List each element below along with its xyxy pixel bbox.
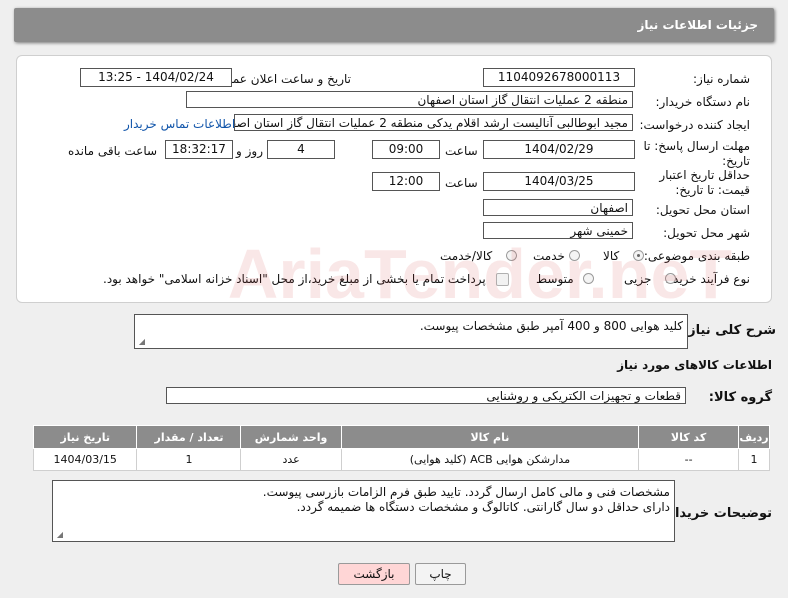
requester-field: مجید ابوطالبی آنالیست ارشد اقلام یدکی من…	[234, 114, 633, 131]
buyer-notes-label: توضیحات خریدار:	[662, 506, 772, 521]
province-label: استان محل تحویل:	[655, 203, 750, 217]
back-button[interactable]: بازگشت	[338, 563, 410, 585]
summary-text: کلید هوایی 800 و 400 آمپر طبق مشخصات پیو…	[419, 319, 683, 333]
treasury-payment-checkbox[interactable]	[496, 273, 509, 286]
category-radio-service[interactable]	[569, 250, 580, 261]
items-table: ردیف کد کالا نام کالا واحد شمارش تعداد /…	[32, 425, 770, 471]
col-need-date: تاریخ نیاز	[32, 425, 138, 449]
category-label: طبقه بندی موضوعی:	[643, 249, 750, 263]
remaining-time-field: 18:32:17	[165, 140, 233, 159]
process-type-label: نوع فرآیند خرید :	[665, 272, 750, 286]
process-radio-minor[interactable]	[665, 273, 676, 284]
col-unit: واحد شمارش	[240, 425, 342, 449]
category-option-service: خدمت	[533, 249, 565, 263]
buyer-notes-line-1: مشخصات فنی و مالی کامل ارسال گردد. تایید…	[262, 485, 670, 499]
col-item-code: کد کالا	[638, 425, 740, 449]
days-remaining-field: 4	[267, 140, 335, 159]
province-field: اصفهان	[483, 199, 633, 216]
goods-section-title: اطلاعات کالاهای مورد نیاز	[617, 358, 772, 372]
treasury-payment-note: پرداخت تمام یا بخشی از مبلغ خرید،از محل …	[103, 272, 486, 286]
cell-item-name: مدارشکن هوایی ACB (کلید هوایی)	[340, 448, 640, 471]
goods-group-field: قطعات و تجهیزات الکتریکی و روشنایی	[166, 387, 686, 404]
requester-label: ایجاد کننده درخواست:	[639, 118, 750, 132]
cell-unit: عدد	[240, 448, 342, 471]
col-quantity: تعداد / مقدار	[136, 425, 242, 449]
buyer-notes-field: مشخصات فنی و مالی کامل ارسال گردد. تایید…	[52, 480, 675, 542]
category-option-goods-service: کالا/خدمت	[440, 249, 493, 263]
deadline-label: مهلت ارسال پاسخ: تا تاریخ:	[643, 139, 750, 168]
deadline-time-field: 09:00	[372, 140, 440, 159]
col-item-name: نام کالا	[340, 425, 640, 449]
remaining-time-label: ساعت باقی مانده	[68, 144, 158, 158]
page-title: جزئیات اطلاعات نیاز	[637, 18, 758, 32]
summary-field: کلید هوایی 800 و 400 آمپر طبق مشخصات پیو…	[134, 314, 688, 349]
city-field: خمینی شهر	[483, 222, 633, 239]
goods-group-label: گروه کالا:	[708, 390, 772, 405]
category-radio-goods-service[interactable]	[506, 250, 517, 261]
table-row: 1 -- مدارشکن هوایی ACB (کلید هوایی) عدد …	[32, 448, 770, 471]
buyer-contact-link[interactable]: اطلاعات تماس خریدار	[124, 117, 235, 131]
summary-label: شرح کلی نیاز:	[682, 323, 776, 338]
category-radio-goods[interactable]	[633, 250, 644, 261]
deadline-time-label: ساعت	[445, 144, 478, 158]
process-option-medium: متوسط	[536, 272, 574, 286]
announce-datetime-field: 1404/02/24 - 13:25	[80, 68, 232, 87]
price-validity-date-field: 1404/03/25	[483, 172, 635, 191]
category-option-goods: کالا	[603, 249, 620, 263]
table-header-row: ردیف کد کالا نام کالا واحد شمارش تعداد /…	[32, 425, 770, 449]
cell-row-number: 1	[738, 448, 770, 471]
cell-item-code: --	[638, 448, 740, 471]
city-label: شهر محل تحویل:	[663, 226, 750, 240]
process-radio-medium[interactable]	[583, 273, 594, 284]
buyer-org-label: نام دستگاه خریدار:	[655, 95, 751, 109]
need-number-field: 1104092678000113	[483, 68, 635, 87]
price-time-label: ساعت	[445, 176, 478, 190]
print-button[interactable]: چاپ	[415, 563, 466, 585]
cell-need-date: 1404/03/15	[32, 448, 138, 471]
page-header: جزئیات اطلاعات نیاز	[14, 8, 774, 42]
resize-handle-icon[interactable]: ◢	[137, 338, 145, 346]
resize-handle-icon[interactable]: ◢	[55, 531, 63, 539]
need-number-label: شماره نیاز:	[693, 72, 750, 86]
price-validity-label: حداقل تاریخ اعتبار قیمت: تا تاریخ:	[659, 168, 750, 197]
buyer-org-field: منطقه 2 عملیات انتقال گاز استان اصفهان	[186, 91, 633, 108]
deadline-date-field: 1404/02/29	[483, 140, 635, 159]
col-row-number: ردیف	[738, 425, 770, 449]
process-option-minor: جزیی	[624, 272, 652, 286]
days-label: روز و	[236, 144, 263, 158]
cell-quantity: 1	[136, 448, 242, 471]
buyer-notes-line-2: دارای حداقل دو سال گارانتی. کاتالوگ و مش…	[296, 500, 670, 514]
price-validity-time-field: 12:00	[372, 172, 440, 191]
